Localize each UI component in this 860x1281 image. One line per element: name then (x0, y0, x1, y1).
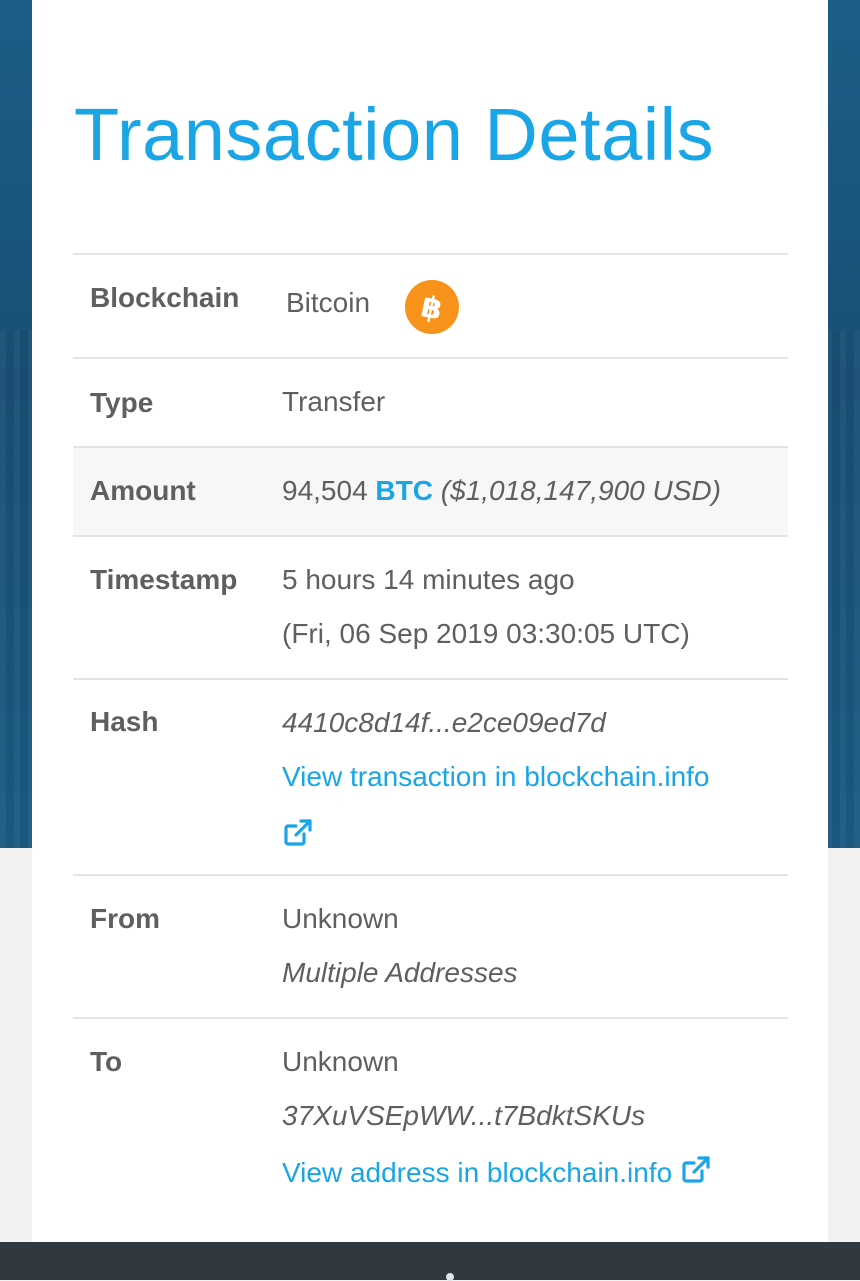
view-transaction-link[interactable]: View transaction in blockchain.info (282, 761, 710, 793)
timestamp-relative: 5 hours 14 minutes ago (282, 564, 575, 595)
row-blockchain: Blockchain Bitcoin ฿ (73, 255, 788, 359)
row-to: To Unknown 37XuVSEpWW...t7BdktSKUs View … (73, 1019, 788, 1219)
page-title: Transaction Details (74, 93, 715, 176)
bottom-navigation-bar (0, 1242, 860, 1281)
view-address-link[interactable]: View address in blockchain.info (282, 1154, 712, 1189)
amount-label: Amount (90, 475, 196, 506)
hash-value: 4410c8d14f...e2ce09ed7d (282, 707, 606, 738)
row-timestamp: Timestamp 5 hours 14 minutes ago (Fri, 0… (73, 537, 788, 680)
hash-label: Hash (90, 706, 159, 737)
timestamp-label: Timestamp (90, 564, 238, 595)
blockchain-label: Blockchain (90, 282, 240, 313)
details-table: Blockchain Bitcoin ฿ Type Transfer Amoun… (73, 253, 788, 1219)
view-address-link-text[interactable]: View address in blockchain.info (282, 1157, 672, 1188)
external-link-icon[interactable] (282, 817, 314, 849)
to-owner: Unknown (282, 1046, 399, 1077)
amount-unit: BTC (375, 475, 433, 506)
amount-quantity: 94,504 (282, 475, 368, 506)
from-label: From (90, 903, 160, 934)
external-link-icon[interactable] (680, 1154, 712, 1186)
transaction-card: Transaction Details Blockchain Bitcoin ฿… (32, 0, 828, 1242)
row-hash: Hash 4410c8d14f...e2ce09ed7d View transa… (73, 680, 788, 876)
amount-value: 94,504 BTC ($1,018,147,900 USD) (282, 475, 721, 507)
timestamp-absolute: (Fri, 06 Sep 2019 03:30:05 UTC) (282, 618, 690, 649)
bitcoin-icon: ฿ (405, 280, 459, 334)
to-label: To (90, 1046, 123, 1077)
from-address: Multiple Addresses (282, 957, 518, 988)
row-amount: Amount 94,504 BTC ($1,018,147,900 USD) (73, 448, 788, 537)
to-address: 37XuVSEpWW...t7BdktSKUs (282, 1100, 646, 1131)
type-label: Type (90, 387, 154, 418)
row-from: From Unknown Multiple Addresses (73, 876, 788, 1019)
from-owner: Unknown (282, 903, 399, 934)
amount-usd: ($1,018,147,900 USD) (440, 475, 721, 506)
type-value: Transfer (282, 386, 386, 417)
blockchain-value: Bitcoin (286, 287, 371, 318)
row-type: Type Transfer (73, 359, 788, 448)
